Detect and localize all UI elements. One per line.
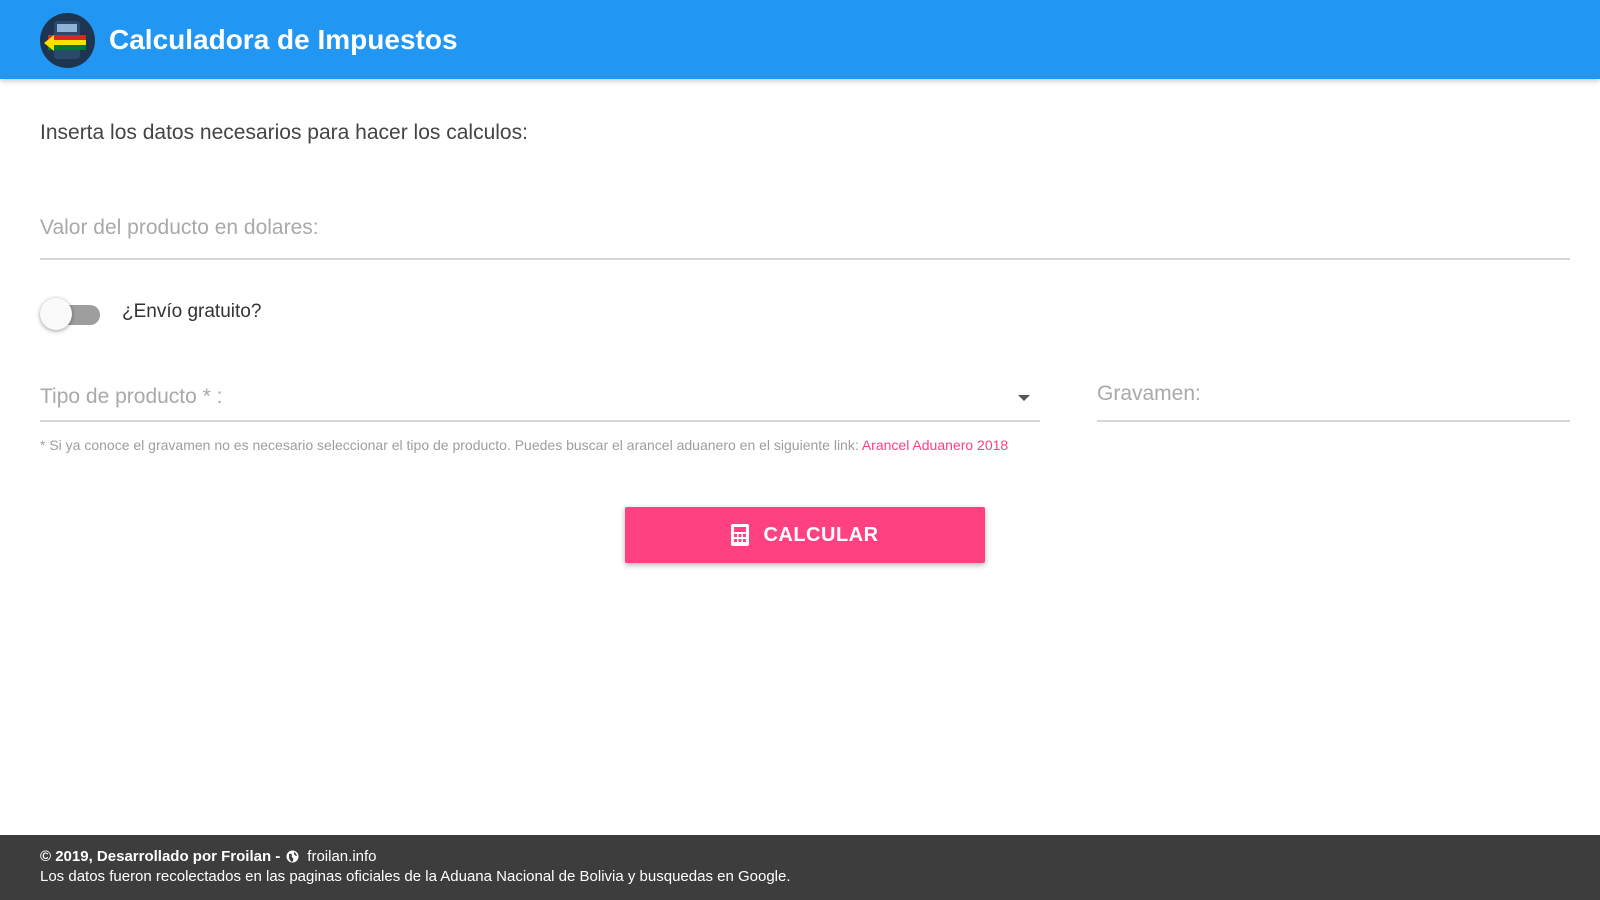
tax-rate-field	[1097, 370, 1570, 422]
app-bar: Calculadora de Impuestos	[0, 0, 1600, 79]
chevron-down-icon[interactable]	[1018, 395, 1030, 401]
footer: © 2019, Desarrollado por Froilan - froil…	[0, 835, 1600, 900]
globe-icon	[286, 850, 299, 863]
bolivia-customs-logo-icon[interactable]	[40, 13, 95, 68]
site-link[interactable]: froilan.info	[307, 848, 376, 865]
tax-rate-input[interactable]	[1097, 382, 1570, 406]
calculator-icon	[731, 524, 750, 546]
intro-text: Inserta los datos necesarios para hacer …	[40, 121, 528, 144]
product-value-input[interactable]	[40, 216, 1570, 240]
product-type-select[interactable]: Tipo de producto * :	[40, 370, 1040, 422]
footer-credits: © 2019, Desarrollado por Froilan - froil…	[40, 848, 377, 865]
hint-text: * Si ya conoce el gravamen no es necesar…	[40, 437, 1008, 453]
app-title: Calculadora de Impuestos	[109, 24, 458, 55]
free-shipping-toggle[interactable]	[40, 297, 102, 331]
footer-disclaimer: Los datos fueron recolectados en las pag…	[40, 868, 791, 885]
toggle-thumb[interactable]	[40, 298, 72, 330]
product-value-field	[40, 205, 1570, 260]
product-type-placeholder: Tipo de producto * :	[40, 385, 223, 408]
tariff-link[interactable]: Arancel Aduanero 2018	[862, 437, 1008, 453]
free-shipping-label[interactable]: ¿Envío gratuito?	[122, 301, 261, 323]
calculate-button[interactable]: CALCULAR	[625, 507, 985, 563]
footer-copyright: © 2019, Desarrollado por Froilan -	[40, 848, 281, 865]
calculate-button-label: CALCULAR	[763, 523, 879, 546]
hint-message: * Si ya conoce el gravamen no es necesar…	[40, 437, 862, 453]
